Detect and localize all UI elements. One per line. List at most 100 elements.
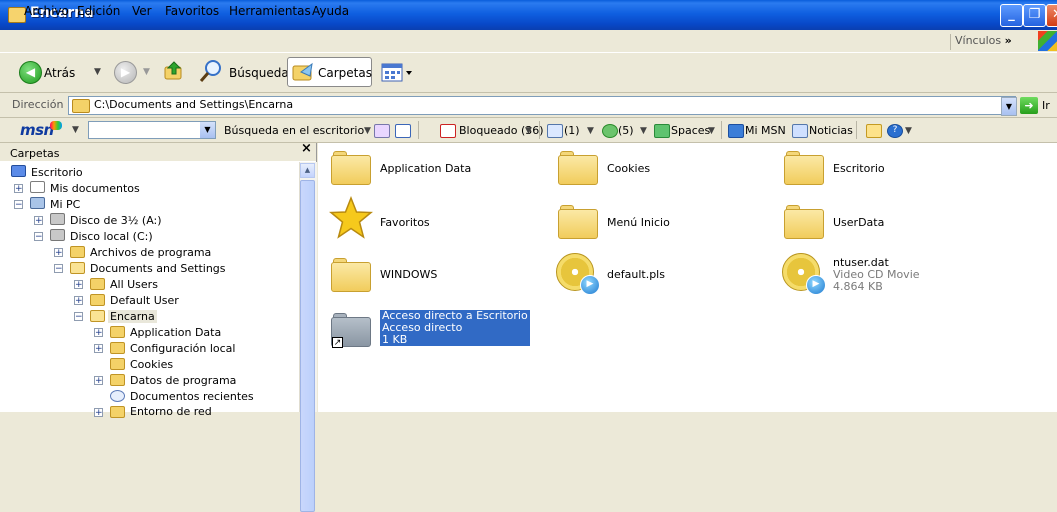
address-value[interactable]: C:\Documents and Settings\Encarna bbox=[94, 98, 293, 111]
tree-item-configuracion-local[interactable]: Configuración local bbox=[130, 342, 235, 355]
tree-item-encarna[interactable]: Encarna bbox=[108, 310, 157, 323]
messenger-icon[interactable] bbox=[602, 124, 618, 138]
spaces-icon[interactable] bbox=[654, 124, 670, 138]
expand-icon[interactable]: + bbox=[74, 280, 83, 290]
tree-item-disco-a[interactable]: Disco de 3½ (A:) bbox=[70, 214, 162, 227]
tree-item-all-users[interactable]: All Users bbox=[110, 278, 158, 291]
expand-icon[interactable]: + bbox=[34, 216, 43, 226]
mymsn-button[interactable]: Mi MSN bbox=[745, 124, 786, 137]
messenger-dropdown-icon[interactable]: ▼ bbox=[640, 126, 647, 136]
tree-item-archivos-de-programa[interactable]: Archivos de programa bbox=[90, 246, 211, 259]
title-bar[interactable] bbox=[0, 0, 1057, 30]
collapse-icon[interactable]: − bbox=[34, 232, 43, 242]
menu-herramientas[interactable]: Herramientas bbox=[229, 4, 311, 18]
news-icon[interactable] bbox=[792, 124, 808, 138]
separator bbox=[721, 121, 722, 139]
item-userdata[interactable]: UserData bbox=[833, 216, 884, 229]
chevron-down-icon[interactable]: ▼ bbox=[1001, 97, 1017, 116]
help-dropdown-icon[interactable]: ▼ bbox=[905, 126, 912, 136]
tree-item-default-user[interactable]: Default User bbox=[110, 294, 179, 307]
mymsn-icon[interactable] bbox=[728, 124, 744, 138]
back-dropdown-icon[interactable]: ▼ bbox=[94, 67, 101, 77]
popup-blocker-icon[interactable] bbox=[440, 124, 456, 138]
item-favoritos[interactable]: Favoritos bbox=[380, 216, 430, 229]
tree-item-mis-documentos[interactable]: Mis documentos bbox=[50, 182, 140, 195]
collapse-icon[interactable]: − bbox=[74, 312, 83, 322]
tree-item-escritorio[interactable]: Escritorio bbox=[31, 166, 83, 179]
tree-item-disco-c[interactable]: Disco local (C:) bbox=[70, 230, 153, 243]
close-pane-button[interactable]: × bbox=[301, 141, 312, 156]
collapse-icon[interactable]: − bbox=[14, 200, 23, 210]
edit-icon[interactable] bbox=[395, 124, 411, 138]
desktop-search-button[interactable]: Búsqueda en el escritorio bbox=[224, 124, 364, 137]
folder-icon[interactable] bbox=[784, 151, 824, 185]
search-icon[interactable] bbox=[199, 59, 223, 83]
desktop-search-dropdown-icon[interactable]: ▼ bbox=[364, 126, 371, 136]
tree-item-documentos-recientes[interactable]: Documentos recientes bbox=[130, 390, 254, 403]
tree-item-mi-pc[interactable]: Mi PC bbox=[50, 198, 80, 211]
scrollbar-thumb[interactable] bbox=[300, 180, 315, 512]
folder-icon[interactable] bbox=[558, 151, 598, 185]
folder-up-icon[interactable] bbox=[163, 60, 185, 80]
highlight-icon[interactable] bbox=[374, 124, 390, 138]
standard-toolbar bbox=[0, 53, 1057, 93]
folder-icon[interactable] bbox=[558, 205, 598, 239]
mail-icon[interactable] bbox=[547, 124, 563, 138]
msn-alerts-icon[interactable] bbox=[866, 124, 882, 138]
help-icon[interactable]: ? bbox=[887, 124, 903, 138]
tree-item-cookies[interactable]: Cookies bbox=[130, 358, 173, 371]
spaces-dropdown-icon[interactable]: ▼ bbox=[708, 126, 715, 136]
messenger-count[interactable]: (5) bbox=[618, 124, 634, 137]
item-windows[interactable]: WINDOWS bbox=[380, 268, 437, 281]
expand-icon[interactable]: + bbox=[94, 376, 103, 386]
links-bar[interactable]: Vínculos » bbox=[955, 34, 1012, 47]
folder-icon[interactable] bbox=[784, 205, 824, 239]
go-button[interactable]: Ir bbox=[1042, 99, 1050, 112]
collapse-icon[interactable]: − bbox=[54, 264, 63, 274]
tree-item-documents-and-settings[interactable]: Documents and Settings bbox=[90, 262, 226, 275]
news-button[interactable]: Noticias bbox=[809, 124, 853, 137]
menu-archivo[interactable]: Archivo bbox=[24, 4, 69, 18]
expand-icon[interactable]: + bbox=[94, 408, 103, 418]
expand-icon[interactable]: + bbox=[94, 328, 103, 338]
folder-icon[interactable] bbox=[331, 151, 371, 185]
menu-ayuda[interactable]: Ayuda bbox=[312, 4, 349, 18]
item-menu-inicio[interactable]: Menú Inicio bbox=[607, 216, 670, 229]
blocked-dropdown-icon[interactable]: ▼ bbox=[525, 126, 532, 136]
forward-arrow-icon[interactable]: ▶ bbox=[114, 61, 137, 84]
msn-menu-dropdown-icon[interactable]: ▼ bbox=[72, 125, 79, 135]
chevron-down-icon[interactable]: ▼ bbox=[200, 122, 215, 138]
search-button[interactable]: Búsqueda bbox=[229, 66, 289, 80]
item-cookies[interactable]: Cookies bbox=[607, 162, 650, 175]
menu-bar bbox=[0, 30, 1057, 53]
expand-icon[interactable]: + bbox=[54, 248, 63, 258]
tree-item-datos-de-programa[interactable]: Datos de programa bbox=[130, 374, 236, 387]
back-button[interactable]: Atrás bbox=[44, 66, 75, 80]
msn-logo[interactable]: msn bbox=[20, 121, 54, 139]
mail-dropdown-icon[interactable]: ▼ bbox=[587, 126, 594, 136]
back-arrow-icon[interactable]: ◀ bbox=[19, 61, 42, 84]
item-acceso-directo[interactable]: Acceso directo a Escritorio Acceso direc… bbox=[380, 310, 530, 346]
mail-count[interactable]: (1) bbox=[564, 124, 580, 137]
expand-icon[interactable]: + bbox=[94, 344, 103, 354]
maximize-button[interactable]: ❐ bbox=[1023, 4, 1046, 27]
close-button[interactable]: ✕ bbox=[1046, 4, 1057, 27]
favorites-star-icon[interactable] bbox=[329, 196, 373, 240]
msn-search-input[interactable] bbox=[88, 121, 216, 139]
minimize-button[interactable]: _ bbox=[1000, 4, 1023, 27]
scroll-up-button[interactable]: ▲ bbox=[300, 163, 315, 178]
spaces-button[interactable]: Spaces bbox=[671, 124, 710, 137]
tree-item-application-data[interactable]: Application Data bbox=[130, 326, 221, 339]
go-arrow-icon[interactable]: ➜ bbox=[1020, 97, 1038, 114]
menu-edicion[interactable]: Edición bbox=[77, 4, 120, 18]
item-escritorio[interactable]: Escritorio bbox=[833, 162, 885, 175]
menu-ver[interactable]: Ver bbox=[132, 4, 152, 18]
menu-favoritos[interactable]: Favoritos bbox=[165, 4, 219, 18]
forward-dropdown-icon[interactable]: ▼ bbox=[143, 67, 150, 77]
views-icon[interactable] bbox=[380, 61, 416, 85]
expand-icon[interactable]: + bbox=[14, 184, 23, 194]
folder-icon[interactable] bbox=[331, 258, 371, 292]
item-application-data[interactable]: Application Data bbox=[380, 162, 471, 175]
item-default-pls[interactable]: default.pls bbox=[607, 268, 665, 281]
expand-icon[interactable]: + bbox=[74, 296, 83, 306]
